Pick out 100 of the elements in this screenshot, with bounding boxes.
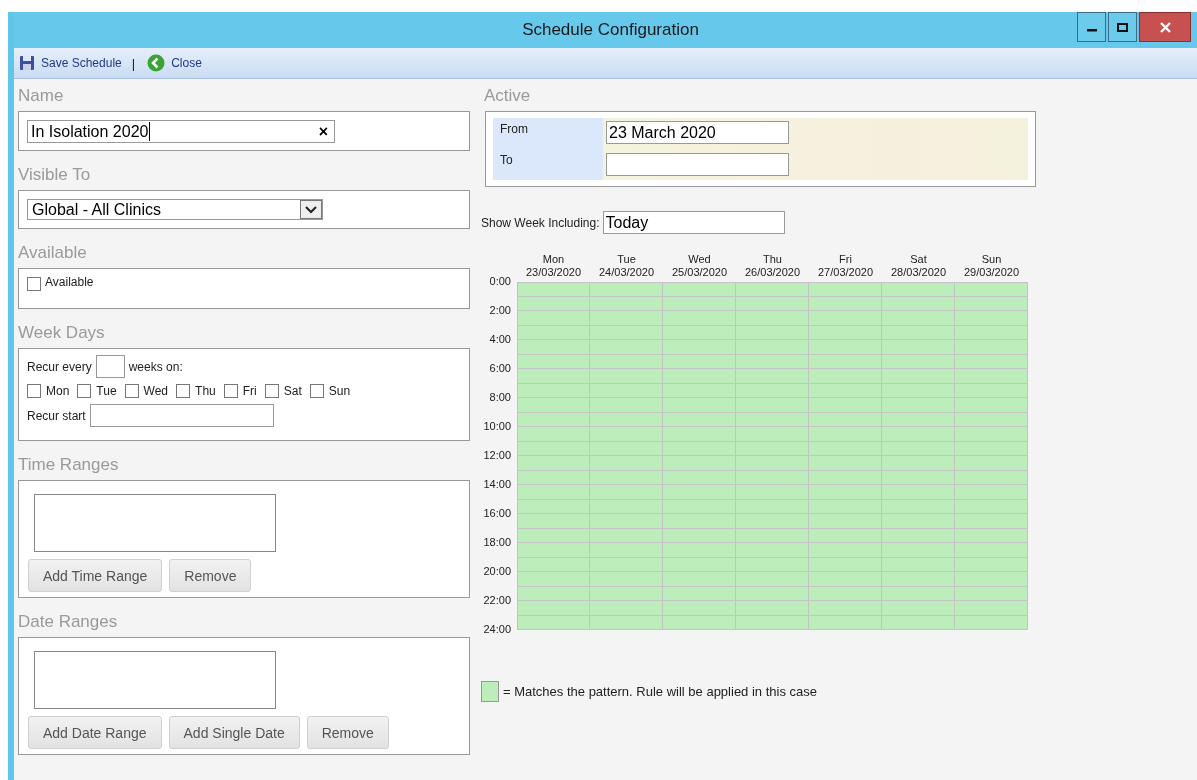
hour-cell[interactable] xyxy=(590,282,663,297)
from-date-field[interactable]: 23 March 2020 xyxy=(606,121,789,144)
minimize-button[interactable] xyxy=(1077,12,1106,42)
checkbox[interactable] xyxy=(27,277,41,291)
hour-cell[interactable] xyxy=(663,485,736,500)
action-button[interactable]: Add Time Range xyxy=(28,559,163,592)
hour-cell[interactable] xyxy=(882,514,955,529)
hour-cell[interactable] xyxy=(517,311,590,326)
hour-cell[interactable] xyxy=(517,514,590,529)
hour-cell[interactable] xyxy=(736,398,809,413)
hour-cell[interactable] xyxy=(663,572,736,587)
checkbox[interactable] xyxy=(27,384,41,398)
hour-cell[interactable] xyxy=(882,572,955,587)
hour-cell[interactable] xyxy=(955,543,1028,558)
hour-cell[interactable] xyxy=(809,456,882,471)
checkbox[interactable] xyxy=(309,384,324,398)
hour-cell[interactable] xyxy=(736,456,809,471)
hour-cell[interactable] xyxy=(663,369,736,384)
action-button[interactable]: Remove xyxy=(306,716,389,749)
maximize-button[interactable] xyxy=(1108,12,1137,42)
clear-button[interactable]: × xyxy=(318,122,328,141)
hour-cell[interactable] xyxy=(590,427,663,442)
action-button[interactable]: Remove xyxy=(169,559,252,592)
name-field[interactable]: In Isolation 2020 × xyxy=(27,120,335,143)
hour-cell[interactable] xyxy=(663,311,736,326)
close-link[interactable]: Close xyxy=(147,54,202,72)
hour-cell[interactable] xyxy=(882,601,955,616)
hour-cell[interactable] xyxy=(955,427,1028,442)
hour-cell[interactable] xyxy=(882,485,955,500)
action-button[interactable]: Add Single Date xyxy=(168,716,300,749)
hour-cell[interactable] xyxy=(736,572,809,587)
hour-cell[interactable] xyxy=(955,572,1028,587)
hour-cell[interactable] xyxy=(882,311,955,326)
hour-cell[interactable] xyxy=(736,311,809,326)
hour-cell[interactable] xyxy=(809,427,882,442)
hour-cell[interactable] xyxy=(882,427,955,442)
hour-cell[interactable] xyxy=(809,369,882,384)
hour-cell[interactable] xyxy=(809,311,882,326)
close-button[interactable] xyxy=(1139,12,1191,42)
checkbox[interactable] xyxy=(77,384,92,398)
hour-cell[interactable] xyxy=(882,369,955,384)
hour-cell[interactable] xyxy=(590,601,663,616)
hour-cell[interactable] xyxy=(736,485,809,500)
visibility-dropdown[interactable]: Global - All Clinics xyxy=(27,199,323,220)
hour-cell[interactable] xyxy=(517,601,590,616)
hour-cell[interactable] xyxy=(517,427,590,442)
hour-cell[interactable] xyxy=(736,369,809,384)
hour-cell[interactable] xyxy=(955,456,1028,471)
hour-cell[interactable] xyxy=(517,485,590,500)
range-list[interactable] xyxy=(34,494,276,552)
to-date-field[interactable] xyxy=(606,153,789,176)
hour-cell[interactable] xyxy=(517,369,590,384)
hour-cell[interactable] xyxy=(736,282,809,297)
hour-cell[interactable] xyxy=(590,572,663,587)
hour-cell[interactable] xyxy=(955,601,1028,616)
hour-cell[interactable] xyxy=(955,514,1028,529)
hour-cell[interactable] xyxy=(882,543,955,558)
checkbox[interactable] xyxy=(264,384,279,398)
hour-cell[interactable] xyxy=(955,340,1028,355)
hour-cell[interactable] xyxy=(955,311,1028,326)
hour-cell[interactable] xyxy=(809,543,882,558)
hour-cell[interactable] xyxy=(736,427,809,442)
hour-cell[interactable] xyxy=(590,398,663,413)
hour-cell[interactable] xyxy=(809,485,882,500)
hour-cell[interactable] xyxy=(736,514,809,529)
hour-cell[interactable] xyxy=(955,398,1028,413)
hour-cell[interactable] xyxy=(955,282,1028,297)
hour-cell[interactable] xyxy=(663,427,736,442)
hour-cell[interactable] xyxy=(590,369,663,384)
hour-cell[interactable] xyxy=(809,514,882,529)
week-field[interactable]: Today xyxy=(602,211,785,234)
hour-cell[interactable] xyxy=(882,456,955,471)
weeks-field[interactable] xyxy=(95,355,125,378)
hour-cell[interactable] xyxy=(809,282,882,297)
hour-cell[interactable] xyxy=(955,485,1028,500)
save-button[interactable]: Save Schedule xyxy=(19,55,122,71)
hour-cell[interactable] xyxy=(809,398,882,413)
hour-cell[interactable] xyxy=(809,572,882,587)
hour-cell[interactable] xyxy=(663,456,736,471)
action-button[interactable]: Add Date Range xyxy=(28,716,162,749)
hour-cell[interactable] xyxy=(517,282,590,297)
hour-cell[interactable] xyxy=(663,282,736,297)
hour-cell[interactable] xyxy=(955,369,1028,384)
hour-cell[interactable] xyxy=(736,340,809,355)
range-list[interactable] xyxy=(34,651,276,709)
hour-cell[interactable] xyxy=(590,514,663,529)
checkbox[interactable] xyxy=(176,384,191,398)
hour-cell[interactable] xyxy=(663,601,736,616)
hour-cell[interactable] xyxy=(517,572,590,587)
hour-cell[interactable] xyxy=(517,543,590,558)
hour-cell[interactable] xyxy=(882,282,955,297)
hour-cell[interactable] xyxy=(590,311,663,326)
hour-cell[interactable] xyxy=(663,543,736,558)
checkbox[interactable] xyxy=(124,384,139,398)
hour-cell[interactable] xyxy=(590,456,663,471)
hour-cell[interactable] xyxy=(882,340,955,355)
hour-cell[interactable] xyxy=(736,543,809,558)
hour-cell[interactable] xyxy=(590,543,663,558)
hour-cell[interactable] xyxy=(517,398,590,413)
checkbox[interactable] xyxy=(223,384,238,398)
